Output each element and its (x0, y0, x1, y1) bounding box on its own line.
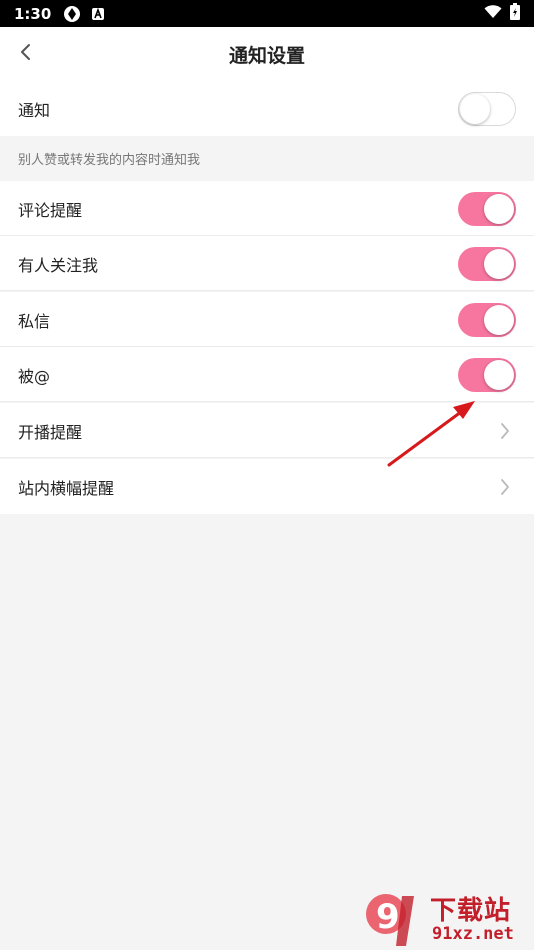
notify-label: 通知 (18, 100, 51, 120)
status-time: 1:30 (14, 4, 52, 23)
section-note: 别人赞或转发我的内容时通知我 (0, 136, 534, 180)
battery-icon (510, 3, 520, 24)
mention-row: 被@ (0, 347, 534, 402)
toggle-knob (484, 248, 514, 279)
comment-reminder-toggle[interactable] (458, 191, 516, 226)
app-header: 通知设置 (0, 27, 534, 81)
app-notification-icon (91, 7, 105, 21)
new-follower-label: 有人关注我 (18, 255, 99, 275)
watermark-url: 91xz.net (432, 924, 514, 944)
new-follower-row: 有人关注我 (0, 236, 534, 291)
comment-reminder-row: 评论提醒 (0, 181, 534, 236)
watermark-logo-text: 9 (376, 897, 400, 937)
private-message-row: 私信 (0, 292, 534, 347)
notify-toggle[interactable] (458, 91, 516, 126)
wifi-icon (484, 4, 502, 23)
private-message-label: 私信 (18, 311, 51, 331)
toggle-knob (484, 359, 514, 390)
watermark-brand: 下载站 (430, 896, 512, 926)
comment-reminder-label: 评论提醒 (18, 200, 83, 220)
mention-toggle[interactable] (458, 357, 516, 392)
mention-label: 被@ (18, 366, 51, 386)
status-bar: 1:30 (0, 0, 534, 27)
chevron-right-icon (498, 421, 512, 441)
chevron-right-icon (498, 477, 512, 497)
notify-row: 通知 (0, 81, 534, 136)
page-title: 通知设置 (228, 44, 305, 67)
private-message-toggle[interactable] (458, 302, 516, 337)
toggle-knob (460, 93, 490, 124)
new-follower-toggle[interactable] (458, 246, 516, 281)
watermark-logo: 9 下载站 91xz.net (362, 888, 534, 950)
chevron-left-icon (19, 43, 31, 65)
back-button[interactable] (10, 39, 40, 69)
sync-icon (63, 5, 81, 23)
row-divider (0, 290, 534, 291)
toggle-knob (484, 304, 514, 335)
annotation-arrow-icon (385, 395, 485, 470)
in-app-banner-label: 站内横幅提醒 (18, 478, 115, 498)
toggle-knob (484, 193, 514, 224)
